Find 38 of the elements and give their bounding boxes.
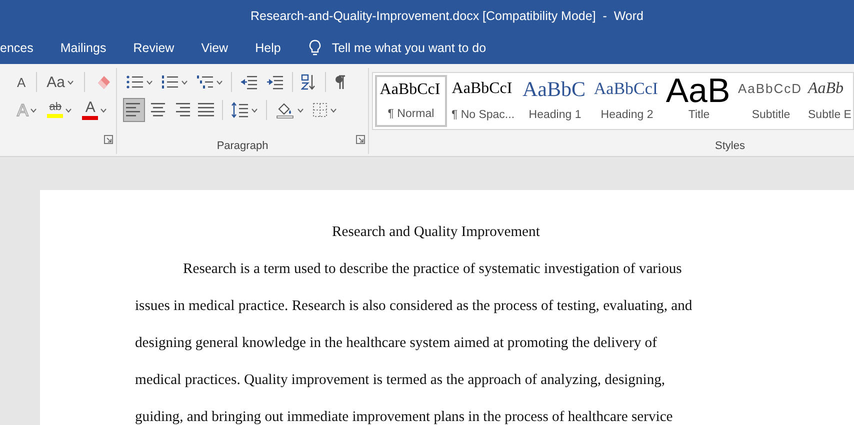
font-color-button[interactable]: A bbox=[79, 98, 110, 122]
borders-icon bbox=[312, 102, 328, 118]
numbered-list-icon bbox=[161, 74, 179, 90]
lightbulb-icon bbox=[308, 39, 322, 57]
document-heading: Research and Quality Improvement bbox=[332, 224, 540, 240]
dialog-launcher-icon bbox=[104, 135, 113, 144]
style-option[interactable]: AaBbCcI ¶ Normal bbox=[375, 75, 447, 127]
pilcrow-icon bbox=[334, 74, 346, 90]
paragraph-text: Research is a term used to describe the practice of systematic investigation of various issues in medical practice. Research is also considered as the process of testing, evaluating, and designing general knowledge in the healthcare system aimed at promoting the delivery of medical practices. Quality improvement is termed as the approach of analyzing, designing, guiding, and bringing out immediate improvement plans in the process of healthcare service bbox=[135, 260, 694, 425]
align-left-icon bbox=[126, 101, 142, 119]
justify-icon bbox=[198, 101, 214, 119]
change-case-icon: Aa bbox=[46, 74, 66, 90]
align-left-button[interactable] bbox=[123, 98, 145, 122]
change-case-button[interactable]: Aa bbox=[44, 70, 78, 94]
shrink-font-icon: A bbox=[17, 76, 26, 88]
align-center-icon bbox=[150, 101, 166, 119]
dialog-launcher-icon bbox=[356, 135, 365, 144]
ribbon-tab[interactable]: Mailings bbox=[60, 38, 106, 58]
shrink-font-button[interactable]: A bbox=[14, 70, 29, 94]
window-title: Research-and-Quality-Improvement.docx [Compatibility Mode] - Word bbox=[250, 8, 644, 25]
indent-icon bbox=[266, 74, 284, 90]
ribbon-tab[interactable]: View bbox=[201, 38, 228, 58]
paint-bucket-icon bbox=[275, 101, 295, 119]
group-label: Paragraph bbox=[216, 138, 270, 154]
ribbon-tab[interactable]: Help bbox=[255, 38, 281, 58]
align-right-icon bbox=[174, 101, 190, 119]
text-effects-icon: A bbox=[17, 102, 28, 118]
highlight-button[interactable]: ab bbox=[44, 98, 76, 122]
eraser-icon bbox=[95, 73, 113, 91]
ribbon-tab[interactable]: Review bbox=[133, 38, 174, 58]
bullet-list-icon bbox=[126, 74, 144, 90]
line-spacing-icon bbox=[231, 101, 249, 119]
group-label: Styles bbox=[714, 138, 745, 154]
sort-icon bbox=[301, 73, 317, 91]
ribbon-tab[interactable]: ences bbox=[0, 38, 34, 58]
tell-me-field[interactable]: Tell me what you want to do bbox=[332, 38, 492, 58]
outdent-icon bbox=[240, 74, 258, 90]
multilevel-list-icon bbox=[196, 74, 214, 90]
